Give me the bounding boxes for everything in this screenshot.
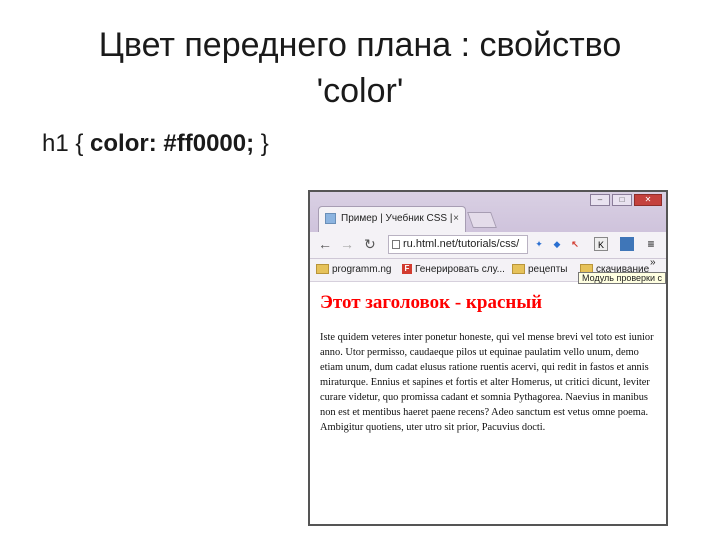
- code-suffix: }: [254, 130, 269, 157]
- folder-icon: [512, 264, 525, 275]
- slide-title-line2: 'color': [316, 72, 404, 110]
- window-controls: – □ ✕: [590, 194, 662, 206]
- slide-title-line1: Цвет переднего плана : свойство: [98, 26, 622, 64]
- favicon-icon: [325, 213, 336, 224]
- bookmarks-bar: programm.ng F Генерировать слу... рецепты…: [310, 257, 666, 284]
- new-tab-button[interactable]: [467, 212, 497, 228]
- body-paragraph: Iste quidem veteres inter ponetur honest…: [320, 332, 654, 433]
- reload-icon[interactable]: ↻: [364, 236, 376, 252]
- browser-window: – □ ✕ Пример | Учебник CSS | × ← → ↻ ru.…: [308, 190, 668, 526]
- extension-k-icon[interactable]: K: [594, 237, 608, 251]
- address-bar[interactable]: ru.html.net/tutorials/css/: [388, 235, 528, 254]
- tab-close-icon[interactable]: ×: [453, 207, 459, 231]
- browser-toolbar: ← → ↻ ru.html.net/tutorials/css/ ✦ ◆ ↖ K…: [310, 232, 666, 259]
- tooltip: Модуль проверки с: [578, 272, 666, 284]
- bookmark-star-icon[interactable]: ✦: [532, 237, 546, 251]
- page-icon: [392, 240, 400, 249]
- address-text: ru.html.net/tutorials/css/: [403, 238, 520, 250]
- code-prefix: h1 {: [42, 130, 91, 157]
- close-window-icon[interactable]: ✕: [634, 194, 662, 206]
- minimize-icon[interactable]: –: [590, 194, 610, 206]
- browser-titlebar: – □ ✕ Пример | Учебник CSS | ×: [310, 192, 666, 232]
- extension-arrow-icon[interactable]: ↖: [568, 237, 582, 251]
- browser-tab[interactable]: Пример | Учебник CSS | ×: [318, 206, 466, 232]
- menu-icon[interactable]: ≡: [644, 237, 658, 251]
- red-heading: Этот заголовок - красный: [320, 292, 543, 313]
- css-code-example: h1 { color: #ff0000; }: [42, 130, 269, 158]
- code-bold: color: #ff0000;: [90, 130, 255, 157]
- extension-pin-icon[interactable]: ◆: [550, 237, 564, 251]
- folder-icon: [316, 264, 329, 275]
- slide-title: Цвет переднего плана : свойство 'color': [40, 22, 680, 114]
- forward-arrow-icon[interactable]: →: [340, 236, 354, 252]
- tab-title: Пример | Учебник CSS |: [341, 213, 453, 224]
- maximize-icon[interactable]: □: [612, 194, 632, 206]
- back-arrow-icon[interactable]: ←: [318, 236, 332, 252]
- f-icon: F: [402, 264, 412, 275]
- bookmark-item[interactable]: F Генерировать слу...: [402, 264, 505, 275]
- bookmark-item[interactable]: рецепты: [512, 264, 567, 275]
- extension-image-icon[interactable]: [620, 237, 634, 251]
- bookmarks-overflow-chevron[interactable]: »: [650, 257, 656, 268]
- bookmark-item[interactable]: programm.ng: [316, 264, 391, 275]
- page-content: Этот заголовок - красный Iste quidem vet…: [310, 282, 666, 435]
